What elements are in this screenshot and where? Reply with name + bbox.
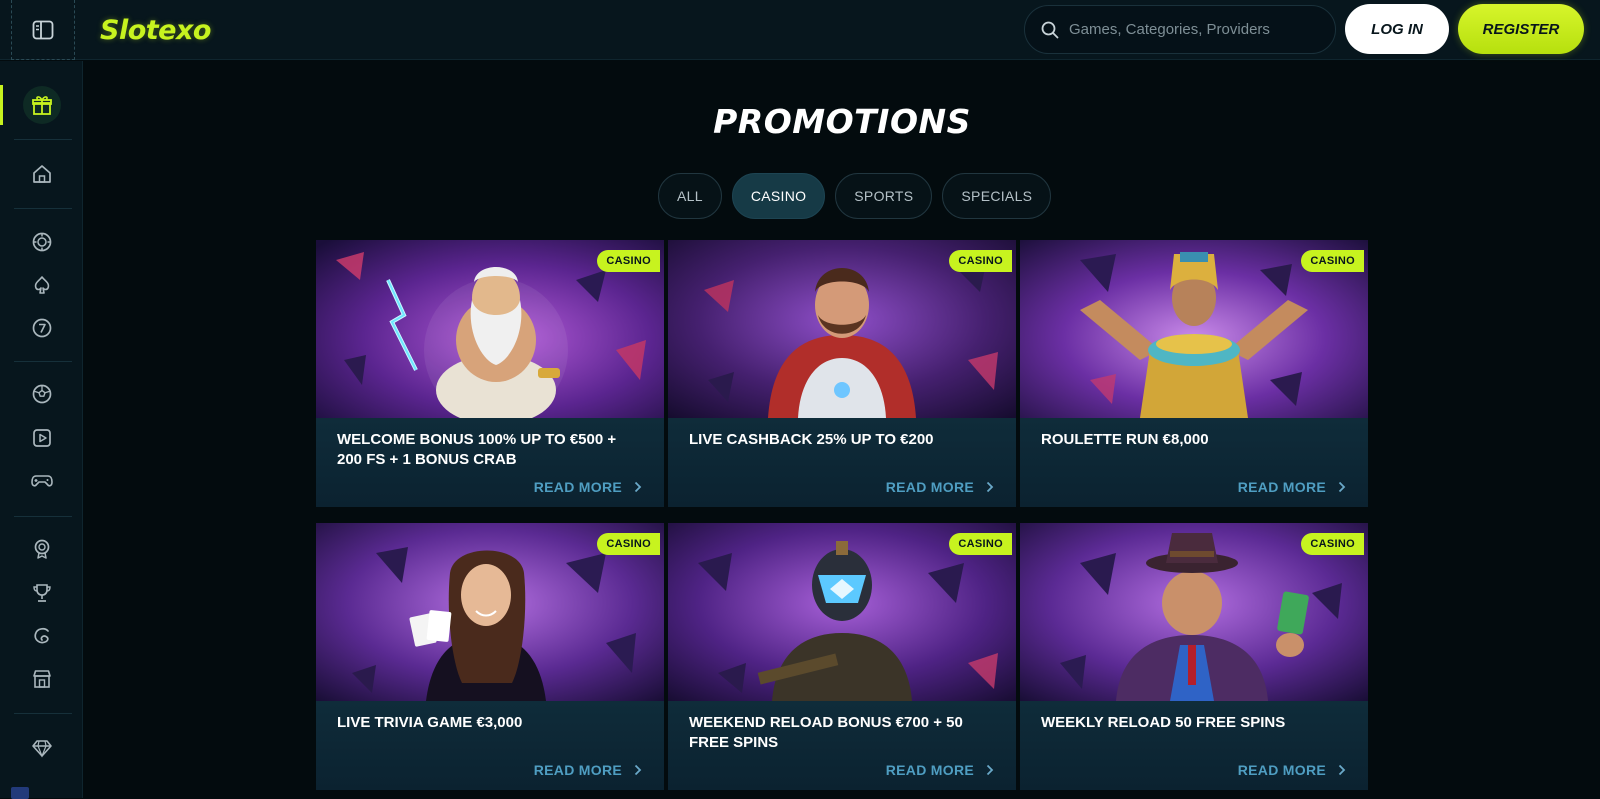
- sidebar-item-tournaments[interactable]: [0, 573, 83, 613]
- register-button-label: REGISTER: [1482, 20, 1560, 38]
- category-badge: CASINO: [597, 250, 660, 272]
- logo-text: Slotexo: [100, 14, 211, 46]
- promo-card[interactable]: CASINO WEEKEND RELOAD BONUS €700 + 50 FR…: [668, 523, 1016, 790]
- sidebar-item-vip[interactable]: [0, 728, 83, 768]
- tab-casino[interactable]: CASINO: [731, 173, 826, 219]
- promo-image-zeus: CASINO: [316, 240, 664, 418]
- gamepad-icon: [30, 475, 53, 487]
- top-bar: Slotexo LOG IN REGISTER: [0, 0, 1600, 60]
- language-flag-icon[interactable]: [11, 787, 29, 799]
- rewards-medal-icon: [34, 539, 49, 559]
- promo-image-dealer: CASINO: [316, 523, 664, 701]
- promo-card[interactable]: CASINO ROULETTE RUN €8,000 READ MORE: [1020, 240, 1368, 507]
- search-input[interactable]: [1069, 21, 1309, 38]
- category-badge: CASINO: [1301, 250, 1364, 272]
- chevron-right-icon: [1338, 764, 1346, 776]
- register-button[interactable]: REGISTER: [1458, 4, 1584, 54]
- sidebar-item-live-casino[interactable]: [0, 222, 83, 262]
- slots-seven-icon: [32, 318, 51, 338]
- read-more-label: READ MORE: [885, 762, 974, 778]
- sidebar-divider: [14, 516, 72, 517]
- read-more-label: READ MORE: [533, 762, 622, 778]
- tab-specials[interactable]: SPECIALS: [942, 173, 1052, 219]
- read-more-link[interactable]: READ MORE: [1238, 762, 1346, 778]
- promo-image-gangster: CASINO: [1020, 523, 1368, 701]
- promo-card-body: WEEKLY RELOAD 50 FREE SPINS READ MORE: [1020, 701, 1368, 790]
- read-more-link[interactable]: READ MORE: [1238, 479, 1346, 495]
- trophy-icon: [32, 584, 51, 602]
- promo-title: WEEKLY RELOAD 50 FREE SPINS: [1041, 714, 1286, 731]
- sidebar-item-loyalty[interactable]: [0, 616, 83, 656]
- category-badge: CASINO: [597, 533, 660, 555]
- home-icon: [32, 165, 51, 183]
- site-logo[interactable]: Slotexo: [100, 12, 211, 48]
- promo-card[interactable]: CASINO WELCOME BONUS 100% UP TO €500 + 2…: [316, 240, 664, 507]
- read-more-label: READ MORE: [885, 479, 974, 495]
- sports-ball-icon: [32, 384, 51, 404]
- sidebar-divider: [14, 713, 72, 714]
- category-badge: CASINO: [949, 533, 1012, 555]
- read-more-link[interactable]: READ MORE: [534, 762, 642, 778]
- shop-icon: [32, 670, 51, 688]
- category-badge: CASINO: [949, 250, 1012, 272]
- tab-all[interactable]: ALL: [658, 173, 722, 219]
- category-badge: CASINO: [1301, 533, 1364, 555]
- promo-image-robot: CASINO: [668, 523, 1016, 701]
- read-more-link[interactable]: READ MORE: [534, 479, 642, 495]
- page-title: PROMOTIONS: [713, 102, 971, 141]
- sidebar-toggle-button[interactable]: [11, 0, 75, 60]
- promo-card-body: ROULETTE RUN €8,000 READ MORE: [1020, 418, 1368, 507]
- promo-card-body: LIVE TRIVIA GAME €3,000 READ MORE: [316, 701, 664, 790]
- search-icon: [1041, 21, 1059, 38]
- chevron-right-icon: [986, 481, 994, 493]
- sidebar-item-home[interactable]: [0, 154, 83, 194]
- sidebar-item-slots[interactable]: [0, 308, 83, 348]
- chevron-right-icon: [634, 481, 642, 493]
- read-more-label: READ MORE: [533, 479, 622, 495]
- sidebar-divider: [14, 361, 72, 362]
- read-more-label: READ MORE: [1237, 479, 1326, 495]
- video-play-icon: [32, 429, 51, 447]
- promo-image-pharaoh: CASINO: [1020, 240, 1368, 418]
- sidebar-item-live-sports[interactable]: [0, 418, 83, 458]
- read-more-link[interactable]: READ MORE: [886, 762, 994, 778]
- chevron-right-icon: [986, 764, 994, 776]
- promo-title: WEEKEND RELOAD BONUS €700 + 50 FREE SPIN…: [689, 714, 963, 751]
- promo-title: LIVE TRIVIA GAME €3,000: [337, 714, 523, 731]
- sidebar-item-esports[interactable]: [0, 461, 83, 501]
- read-more-link[interactable]: READ MORE: [886, 479, 994, 495]
- sidebar: [0, 61, 83, 799]
- live-casino-chip-icon: [32, 232, 51, 252]
- tab-sports[interactable]: SPORTS: [835, 173, 933, 219]
- promo-card-body: LIVE CASHBACK 25% UP TO €200 READ MORE: [668, 418, 1016, 507]
- promo-card[interactable]: CASINO LIVE TRIVIA GAME €3,000 READ MORE: [316, 523, 664, 790]
- read-more-label: READ MORE: [1237, 762, 1326, 778]
- promotion-tabs: ALL CASINO SPORTS SPECIALS: [658, 173, 1052, 219]
- sidebar-item-shop[interactable]: [0, 659, 83, 699]
- promo-title: ROULETTE RUN €8,000: [1041, 431, 1209, 448]
- login-button[interactable]: LOG IN: [1345, 4, 1449, 54]
- promo-card[interactable]: CASINO LIVE CASHBACK 25% UP TO €200 READ…: [668, 240, 1016, 507]
- sidebar-divider: [14, 208, 72, 209]
- promo-card[interactable]: CASINO WEEKLY RELOAD 50 FREE SPINS READ …: [1020, 523, 1368, 790]
- search-box[interactable]: [1024, 5, 1336, 54]
- sidebar-toggle-icon: [32, 20, 54, 39]
- vip-diamond-icon: [31, 740, 52, 758]
- promo-title: WELCOME BONUS 100% UP TO €500 + 200 FS +…: [337, 431, 617, 468]
- promo-card-body: WEEKEND RELOAD BONUS €700 + 50 FREE SPIN…: [668, 701, 1016, 790]
- sidebar-item-table-games[interactable]: [0, 265, 83, 305]
- promo-title: LIVE CASHBACK 25% UP TO €200: [689, 431, 934, 448]
- login-button-label: LOG IN: [1371, 20, 1423, 38]
- promo-image-astronaut: CASINO: [668, 240, 1016, 418]
- sidebar-item-rewards[interactable]: [0, 529, 83, 569]
- promo-card-body: WELCOME BONUS 100% UP TO €500 + 200 FS +…: [316, 418, 664, 507]
- chevron-right-icon: [1338, 481, 1346, 493]
- loyalty-icon: [33, 627, 49, 644]
- sidebar-item-sports[interactable]: [0, 374, 83, 414]
- chevron-right-icon: [634, 764, 642, 776]
- cards-spade-icon: [34, 276, 49, 294]
- promotions-grid: CASINO WELCOME BONUS 100% UP TO €500 + 2…: [316, 240, 1368, 790]
